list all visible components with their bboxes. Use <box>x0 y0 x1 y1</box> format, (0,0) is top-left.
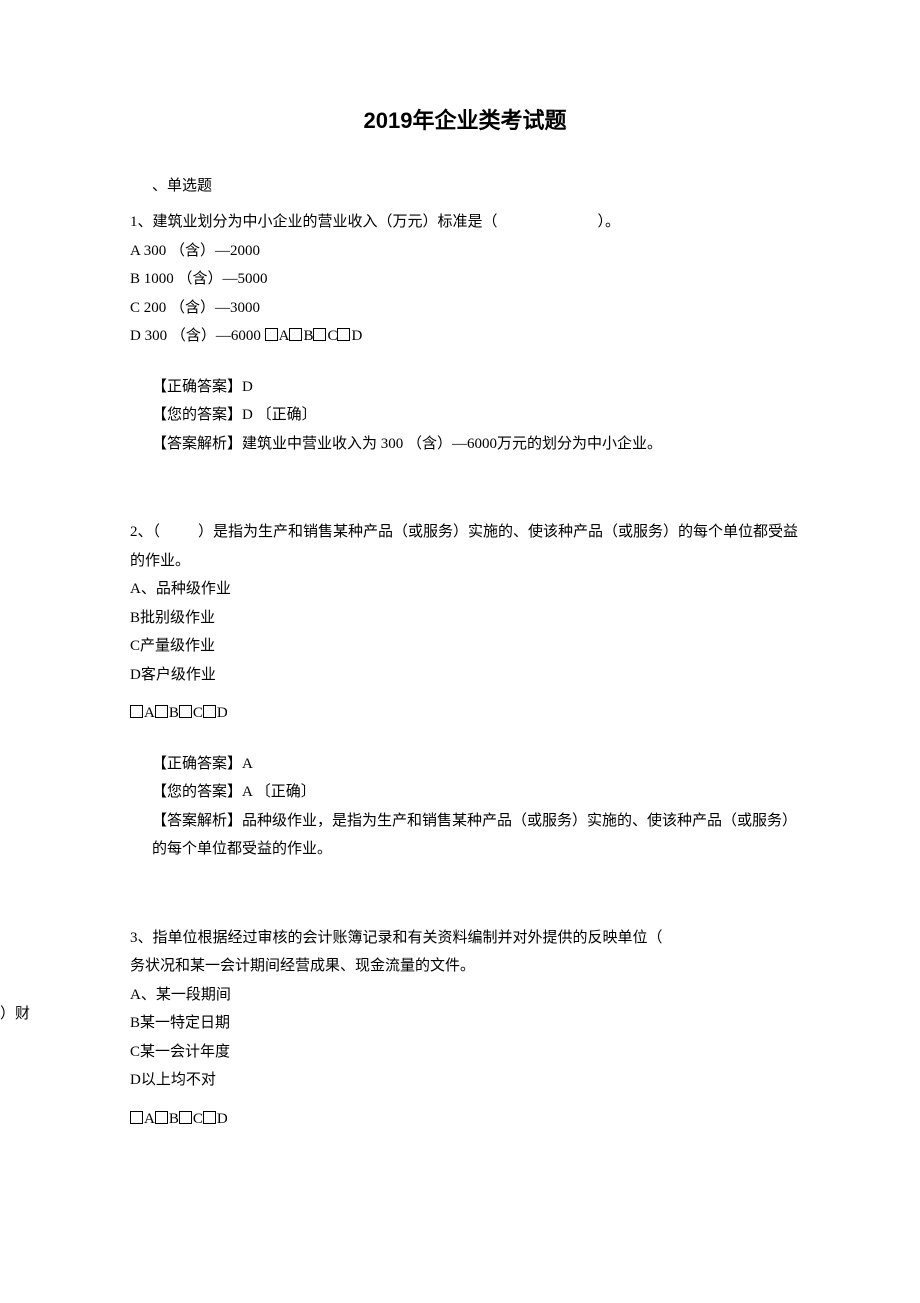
stem-pre: （ <box>153 524 161 540</box>
checkbox-icon <box>313 328 326 341</box>
question-stem-line2: 务状况和某一会计期间经营成果、现金流量的文件。 <box>130 952 800 981</box>
stem-post: ）是指为生产和销售某种产品（或服务）实施的、使该种产品（或服务）的每个单位都受益… <box>130 524 798 569</box>
answer-analysis: 【答案解析】品种级作业，是指为生产和销售某种产品（或服务）实施的、使该种产品（或… <box>152 807 800 864</box>
answer-analysis: 【答案解析】建筑业中营业收入为 300 （含）—6000万元的划分为中小企业。 <box>152 430 800 459</box>
choice-row: ABCD <box>130 1105 800 1134</box>
question-stem: 1、建筑业划分为中小企业的营业收入（万元）标准是（ ）。 <box>130 208 800 237</box>
option-a: A、品种级作业 <box>130 575 800 604</box>
correct-answer: 【正确答案】D <box>152 373 800 402</box>
question-2: 2、（）是指为生产和销售某种产品（或服务）实施的、使该种产品（或服务）的每个单位… <box>130 518 800 864</box>
section-heading: 、单选题 <box>152 172 800 201</box>
correct-answer: 【正确答案】A <box>152 750 800 779</box>
choice-a[interactable]: A <box>130 1111 155 1127</box>
option-c: C 200 （含）—3000 <box>130 294 800 323</box>
option-c: C产量级作业 <box>130 632 800 661</box>
option-d-with-choices: D 300 （含）—6000 ABCD <box>130 322 800 351</box>
checkbox-icon <box>337 328 350 341</box>
option-d: D客户级作业 <box>130 661 800 690</box>
checkbox-icon <box>179 705 192 718</box>
checkbox-icon <box>289 328 302 341</box>
choice-d[interactable]: D <box>203 705 228 721</box>
option-a: A 300 （含）—2000 <box>130 237 800 266</box>
choice-c[interactable]: C <box>179 705 203 721</box>
question-number: 1、 <box>130 214 153 230</box>
question-3: 3、指单位根据经过审核的会计账簿记录和有关资料编制并对外提供的反映单位（ 务状况… <box>130 924 800 1134</box>
option-d: D以上均不对 <box>130 1066 800 1095</box>
option-b: B 1000 （含）—5000 <box>130 265 800 294</box>
option-d-text: D 300 （含）—6000 <box>130 328 261 344</box>
answer-block: 【正确答案】D 【您的答案】D 〔正确〕 【答案解析】建筑业中营业收入为 300… <box>152 373 800 459</box>
choice-a[interactable]: A <box>265 328 290 344</box>
choice-d[interactable]: D <box>337 328 362 344</box>
question-1: 1、建筑业划分为中小企业的营业收入（万元）标准是（ ）。 A 300 （含）—20… <box>130 208 800 458</box>
answer-block: 【正确答案】A 【您的答案】A 〔正确〕 【答案解析】品种级作业，是指为生产和销… <box>152 750 800 864</box>
checkbox-icon <box>179 1111 192 1124</box>
question-number: 3、 <box>130 930 153 946</box>
checkbox-icon <box>203 705 216 718</box>
choice-b[interactable]: B <box>289 328 313 344</box>
checkbox-icon <box>155 1111 168 1124</box>
page-title: 2019年企业类考试题 <box>130 100 800 142</box>
stem-pre: 建筑业划分为中小企业的营业收入（万元）标准是（ <box>153 214 498 230</box>
choice-b[interactable]: B <box>155 705 179 721</box>
checkbox-icon <box>155 705 168 718</box>
option-c: C某一会计年度 <box>130 1038 800 1067</box>
choice-c[interactable]: C <box>179 1111 203 1127</box>
choice-a[interactable]: A <box>130 705 155 721</box>
stem-post: ）。 <box>598 214 621 230</box>
checkbox-icon <box>130 1111 143 1124</box>
question-stem: 3、指单位根据经过审核的会计账簿记录和有关资料编制并对外提供的反映单位（ <box>130 924 800 953</box>
choice-b[interactable]: B <box>155 1111 179 1127</box>
choice-d[interactable]: D <box>203 1111 228 1127</box>
question-stem: 2、（）是指为生产和销售某种产品（或服务）实施的、使该种产品（或服务）的每个单位… <box>130 518 800 575</box>
option-b: B某一特定日期 <box>130 1009 800 1038</box>
stem-pre: 指单位根据经过审核的会计账簿记录和有关资料编制并对外提供的反映单位（ <box>153 930 663 946</box>
choice-row: ABCD <box>130 699 800 728</box>
margin-note-q3: ）财 <box>0 1000 30 1029</box>
checkbox-icon <box>130 705 143 718</box>
option-a: A、某一段期间 <box>130 981 800 1010</box>
choice-c[interactable]: C <box>313 328 337 344</box>
your-answer: 【您的答案】D 〔正确〕 <box>152 401 800 430</box>
question-number: 2、 <box>130 524 153 540</box>
your-answer: 【您的答案】A 〔正确〕 <box>152 778 800 807</box>
checkbox-icon <box>203 1111 216 1124</box>
option-b: B批别级作业 <box>130 604 800 633</box>
checkbox-icon <box>265 328 278 341</box>
